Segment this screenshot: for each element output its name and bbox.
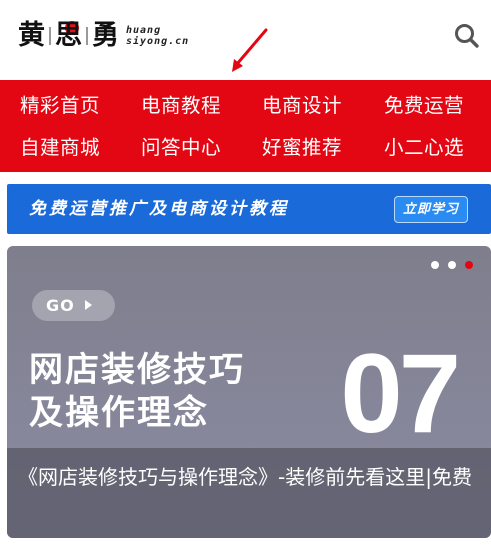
logo-separator xyxy=(86,27,88,45)
nav-item-recommendations[interactable]: 好蜜推荐 xyxy=(242,127,363,169)
slide-title: 网店装修技巧 及操作理念 xyxy=(29,350,245,433)
search-icon[interactable] xyxy=(453,22,481,50)
annotation-arrow-icon xyxy=(232,28,268,72)
play-icon xyxy=(84,300,92,310)
promo-banner[interactable]: 免费运营推广及电商设计教程 立即学习 xyxy=(7,184,491,234)
logo-char-1: 黄 xyxy=(18,20,45,51)
logo[interactable]: 黄 思 勇 huang siyong.cn xyxy=(18,18,189,54)
logo-char-3: 勇 xyxy=(92,20,119,51)
carousel-slide[interactable]: GO 网店装修技巧 及操作理念 07 《网店装修技巧与操作理念》-装修前先看这里… xyxy=(7,246,491,538)
slide-caption[interactable]: 《网店装修技巧与操作理念》-装修前先看这里|免费 xyxy=(7,448,491,538)
slide-number: 07 xyxy=(340,331,461,456)
carousel-dots xyxy=(431,261,473,269)
promo-text: 免费运营推广及电商设计教程 xyxy=(29,199,289,219)
carousel-dot-active[interactable] xyxy=(465,261,473,269)
nav-item-ecommerce-tutorial[interactable]: 电商教程 xyxy=(121,85,242,127)
logo-separator xyxy=(49,27,51,45)
nav-item-home[interactable]: 精彩首页 xyxy=(0,85,121,127)
carousel-dot[interactable] xyxy=(448,261,456,269)
learn-now-button[interactable]: 立即学习 xyxy=(393,196,468,223)
carousel-dot[interactable] xyxy=(431,261,439,269)
header: 黄 思 勇 huang siyong.cn xyxy=(0,0,491,72)
main-nav: 精彩首页 电商教程 电商设计 免费运营 自建商城 问答中心 好蜜推荐 小二心选 xyxy=(0,80,491,172)
nav-item-self-built-mall[interactable]: 自建商城 xyxy=(0,127,121,169)
slide-caption-text: 《网店装修技巧与操作理念》-装修前先看这里|免费 xyxy=(18,465,472,489)
nav-item-free-operation[interactable]: 免费运营 xyxy=(363,85,491,127)
nav-item-ecommerce-design[interactable]: 电商设计 xyxy=(242,85,363,127)
nav-item-qa-center[interactable]: 问答中心 xyxy=(121,127,242,169)
go-badge: GO xyxy=(32,290,115,321)
logo-domain: huang siyong.cn xyxy=(126,25,190,47)
nav-item-xiaoer-picks[interactable]: 小二心选 xyxy=(363,127,491,169)
logo-char-2: 思 xyxy=(55,18,82,54)
